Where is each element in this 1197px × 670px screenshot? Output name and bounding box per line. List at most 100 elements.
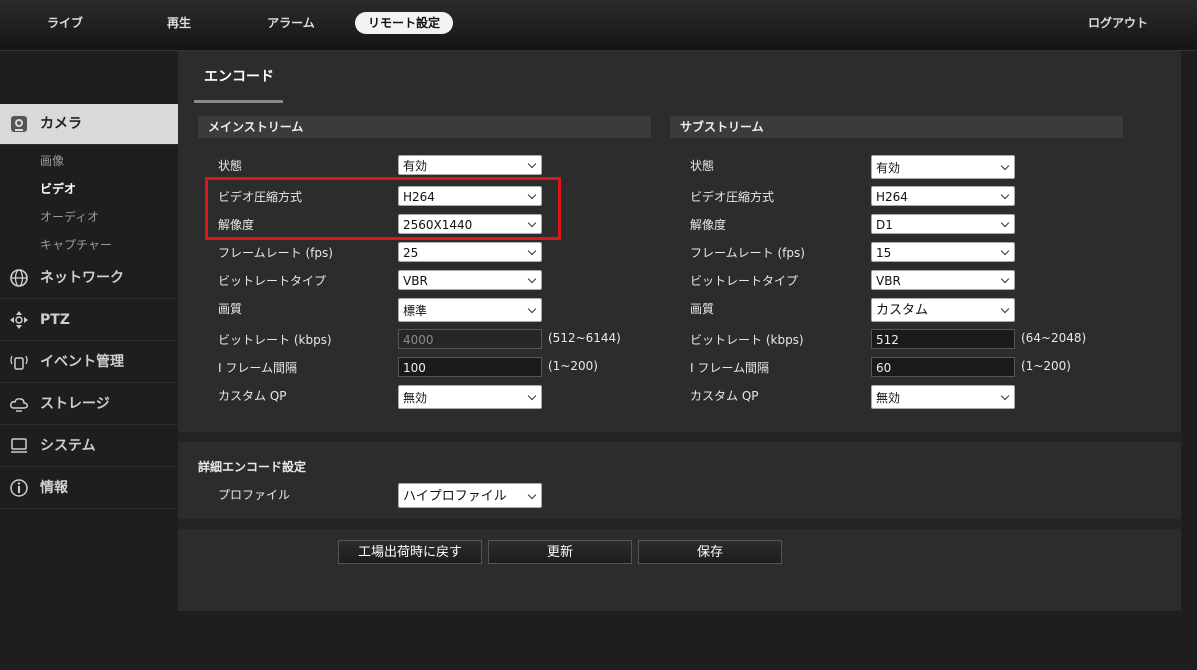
select-value: 25 (403, 246, 419, 260)
main-label-fps: フレームレート (fps) (218, 246, 333, 260)
cloud-storage-icon (10, 398, 28, 412)
sidebar-item-storage[interactable]: ストレージ (0, 384, 178, 425)
sidebar-item-network[interactable]: ネットワーク (0, 258, 178, 299)
chevron-down-icon (527, 391, 537, 401)
sidebar-sub-video[interactable]: ビデオ (40, 180, 76, 197)
profile-label: プロファイル (218, 488, 291, 502)
nav-alarm[interactable]: アラーム (260, 12, 322, 34)
sub-fps-select[interactable]: 15 (871, 242, 1015, 262)
sub-label-custom-qp: カスタム QP (690, 389, 759, 403)
main-bitrate-input: 4000 (398, 329, 542, 349)
select-value: D1 (876, 218, 893, 232)
chevron-down-icon (527, 304, 537, 314)
sub-bitrate-input[interactable]: 512 (871, 329, 1015, 349)
select-value: 有効 (876, 161, 901, 175)
main-state-select[interactable]: 有効 (398, 155, 542, 175)
sidebar-item-ptz[interactable]: PTZ (0, 300, 178, 341)
camera-icon (11, 116, 27, 132)
main-label-bitrate: ビットレート (kbps) (218, 333, 332, 347)
sub-label-quality: 画質 (690, 302, 715, 316)
sub-custom-qp-select[interactable]: 無効 (871, 385, 1015, 409)
select-value: カスタム (876, 303, 929, 318)
ptz-control-icon (10, 311, 28, 329)
profile-select[interactable]: ハイプロファイル (398, 483, 542, 508)
scrollbar-track[interactable] (1181, 51, 1197, 611)
section-divider (178, 519, 1181, 529)
main-label-bitrate-type: ビットレートタイプ (218, 274, 327, 288)
save-button[interactable]: 保存 (638, 540, 782, 564)
sub-label-bitrate-type: ビットレートタイプ (690, 274, 799, 288)
chevron-down-icon (1000, 190, 1010, 200)
chevron-down-icon (1000, 391, 1010, 401)
sub-bitrate-type-select[interactable]: VBR (871, 270, 1015, 290)
chevron-down-icon (527, 246, 537, 256)
main-bitrate-range: (512~6144) (548, 331, 621, 345)
main-label-quality: 画質 (218, 302, 243, 316)
select-value: H264 (876, 190, 908, 204)
sub-quality-select[interactable]: カスタム (871, 298, 1015, 322)
sidebar-sub-audio[interactable]: オーディオ (40, 208, 99, 225)
highlight-annotation (205, 177, 561, 240)
sub-label-state: 状態 (690, 159, 715, 173)
tab-encode[interactable]: エンコード (204, 66, 274, 86)
logout-link[interactable]: ログアウト (1088, 12, 1148, 34)
main-bitrate-type-select[interactable]: VBR (398, 270, 542, 290)
sidebar-sub-capture[interactable]: キャプチャー (40, 236, 112, 253)
sub-resolution-select[interactable]: D1 (871, 214, 1015, 234)
sub-codec-select[interactable]: H264 (871, 186, 1015, 206)
sidebar-sub-image[interactable]: 画像 (40, 152, 64, 169)
sub-label-bitrate: ビットレート (kbps) (690, 333, 804, 347)
sub-label-codec: ビデオ圧縮方式 (690, 190, 775, 204)
sidebar-item-camera[interactable]: カメラ (0, 104, 178, 145)
sub-stream-header: サブストリーム (670, 116, 1123, 138)
sub-bitrate-range: (64~2048) (1021, 331, 1087, 345)
globe-icon (10, 269, 28, 287)
sidebar-item-event[interactable]: イベント管理 (0, 342, 178, 383)
nav-live[interactable]: ライブ (40, 12, 90, 34)
sidebar-item-system[interactable]: システム (0, 426, 178, 467)
main-fps-select[interactable]: 25 (398, 242, 542, 262)
select-value: 15 (876, 246, 892, 260)
select-value: VBR (403, 274, 428, 288)
chevron-down-icon (527, 274, 537, 284)
chevron-down-icon (527, 490, 537, 500)
sub-state-select[interactable]: 有効 (871, 155, 1015, 179)
main-label-state: 状態 (218, 159, 243, 173)
main-quality-select[interactable]: 標準 (398, 298, 542, 322)
tab-underline (194, 100, 283, 103)
select-value: 有効 (403, 159, 428, 173)
sidebar-item-label: ストレージ (40, 396, 110, 412)
monitor-icon (11, 438, 27, 453)
main-custom-qp-select[interactable]: 無効 (398, 385, 542, 409)
chevron-down-icon (1000, 218, 1010, 228)
sidebar-item-label: システム (40, 438, 96, 454)
sub-label-iframe: I フレーム間隔 (690, 361, 769, 375)
nav-remote-settings[interactable]: リモート設定 (355, 12, 453, 34)
sidebar-item-label: 情報 (40, 480, 68, 496)
sidebar-item-label: イベント管理 (40, 354, 124, 370)
main-stream-header: メインストリーム (198, 116, 651, 138)
select-value: 無効 (876, 391, 901, 405)
info-icon (10, 479, 28, 497)
main-iframe-input[interactable]: 100 (398, 357, 542, 377)
chevron-down-icon (1000, 304, 1010, 314)
nav-playback[interactable]: 再生 (158, 12, 200, 34)
top-navigation-bar: ライブ 再生 アラーム リモート設定 ログアウト (0, 0, 1197, 51)
advanced-encode-title: 詳細エンコード設定 (198, 460, 307, 474)
main-label-iframe: I フレーム間隔 (218, 361, 297, 375)
sub-label-resolution: 解像度 (690, 218, 727, 232)
sidebar-item-label: カメラ (40, 116, 82, 132)
factory-reset-button[interactable]: 工場出荷時に戻す (338, 540, 482, 564)
refresh-button[interactable]: 更新 (488, 540, 632, 564)
chevron-down-icon (1000, 274, 1010, 284)
main-label-custom-qp: カスタム QP (218, 389, 287, 403)
sidebar-item-label: ネットワーク (40, 270, 124, 286)
section-divider (178, 432, 1181, 442)
chevron-down-icon (527, 159, 537, 169)
alarm-icon (10, 355, 28, 370)
sidebar-item-info[interactable]: 情報 (0, 468, 178, 509)
select-value: 無効 (403, 391, 428, 405)
chevron-down-icon (1000, 246, 1010, 256)
sub-label-fps: フレームレート (fps) (690, 246, 805, 260)
sub-iframe-input[interactable]: 60 (871, 357, 1015, 377)
